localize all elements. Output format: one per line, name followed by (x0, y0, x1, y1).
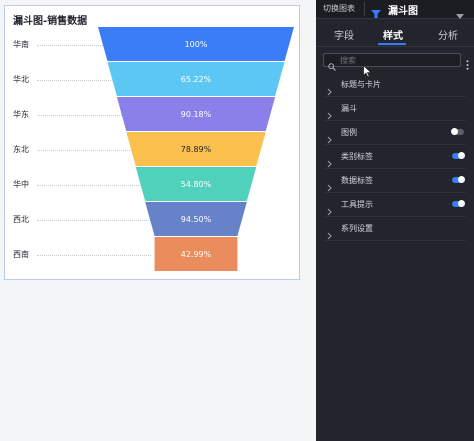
toggle-knob (458, 200, 465, 207)
search-box[interactable]: 搜索 (323, 53, 461, 71)
section-label: 工具提示 (341, 200, 373, 209)
switch-chart-label[interactable]: 切换图表 (323, 3, 355, 14)
chart-type-select[interactable]: 漏斗图 (388, 2, 418, 17)
data-label: 65.22% (180, 74, 212, 84)
section-row[interactable]: 图例 (316, 121, 474, 145)
data-label: 42.99% (180, 249, 212, 259)
section-row[interactable]: 漏斗 (316, 97, 474, 121)
section-label: 漏斗 (341, 104, 357, 113)
chart-canvas: 漏斗图-销售数据 华南 华北 华东 东北 华中 西北 西南 100% 65.22% 90.18%… (0, 0, 316, 441)
toggle-knob (458, 176, 465, 183)
tabs-divider (316, 46, 474, 47)
data-label: 54.80% (180, 179, 212, 189)
more-options-icon[interactable] (466, 55, 469, 74)
tab-analysis[interactable]: 分析 (422, 27, 474, 42)
active-tab-indicator (378, 43, 406, 45)
panel-tabs: 字段 样式 分析 (316, 22, 474, 46)
section-row[interactable]: 类别标签 (316, 145, 474, 169)
funnel-icon (371, 4, 381, 23)
section-row[interactable]: 标题与卡片 (316, 73, 474, 97)
divider (364, 2, 365, 16)
section-toggle[interactable] (452, 200, 465, 207)
property-panel: 切换图表 漏斗图 字段 样式 分析 搜索 标题与卡片漏斗图例类别标签数据标签工具… (316, 0, 474, 441)
section-row[interactable]: 工具提示 (316, 193, 474, 217)
search-input[interactable]: 搜索 (340, 55, 356, 66)
data-label: 90.18% (180, 109, 212, 119)
data-label: 94.50% (180, 214, 212, 224)
section-row[interactable]: 系列设置 (316, 217, 474, 241)
section-toggle[interactable] (451, 128, 464, 135)
tab-style[interactable]: 样式 (367, 27, 419, 42)
data-label: 100% (184, 39, 208, 49)
section-row[interactable]: 数据标签 (316, 169, 474, 193)
funnel-chart (5, 6, 301, 281)
chevron-right-icon[interactable] (327, 225, 332, 244)
data-label: 78.89% (180, 144, 212, 154)
tab-fields[interactable]: 字段 (318, 27, 370, 42)
chart-card[interactable]: 漏斗图-销售数据 华南 华北 华东 东北 华中 西北 西南 100% 65.22% 90.18%… (4, 5, 300, 280)
section-label: 图例 (341, 128, 357, 137)
chart-switch-bar: 切换图表 漏斗图 (316, 0, 474, 19)
section-label: 类别标签 (341, 152, 373, 161)
section-toggle[interactable] (452, 152, 465, 159)
row-divider (324, 240, 466, 241)
funnel-svg (98, 27, 294, 271)
section-toggle[interactable] (452, 176, 465, 183)
toggle-knob (458, 152, 465, 159)
section-label: 数据标签 (341, 176, 373, 185)
section-label: 标题与卡片 (341, 80, 381, 89)
section-label: 系列设置 (341, 224, 373, 233)
toggle-knob (451, 128, 458, 135)
